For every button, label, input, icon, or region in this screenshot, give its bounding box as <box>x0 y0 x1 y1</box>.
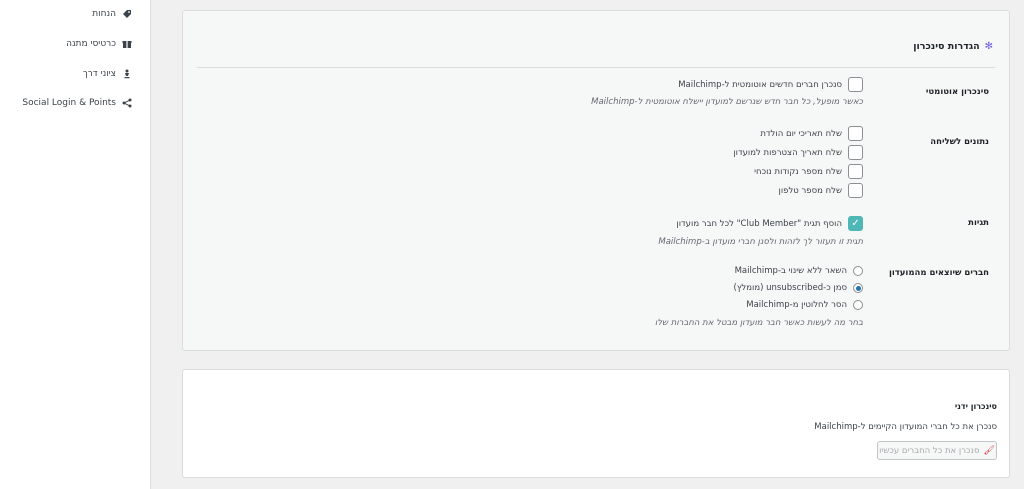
sidebar-item-gift-cards[interactable]: כרטיסי מתנה <box>66 39 132 49</box>
leaving-members-label: חברים שיוצאים מהמועדון <box>888 268 989 278</box>
send-phone-checkbox[interactable] <box>848 183 863 198</box>
auto-sync-label: סינכרון אוטומטי <box>925 87 989 97</box>
auto-sync-option[interactable]: סנכרן חברים חדשים אוטומטית ל-Mailchimp <box>678 77 863 92</box>
send-phone-option[interactable]: שלח מספר טלפון <box>779 183 863 198</box>
tag-icon <box>122 9 132 19</box>
club-member-tag-option[interactable]: ✓ הוסף תגית "Club Member" לכל חבר מועדון <box>676 216 863 231</box>
share-icon <box>122 98 132 108</box>
manual-sync-card: סינכרון ידני סנכרן את כל חברי המועדון הק… <box>182 369 1010 478</box>
sidebar-item-social-login[interactable]: Social Login & Points <box>22 98 132 108</box>
leaving-unsubscribe-radio[interactable] <box>853 283 863 293</box>
sidebar-item-label: הנחות <box>92 9 116 19</box>
sidebar-item-milestones[interactable]: ציוני דרך <box>83 69 132 79</box>
manual-sync-description: סנכרן את כל חברי המועדון הקיימים ל-Mailc… <box>814 422 997 432</box>
auto-sync-checkbox[interactable] <box>848 77 863 92</box>
send-join-date-option[interactable]: שלח תאריך הצטרפות למועדון <box>733 145 863 160</box>
divider <box>197 67 995 68</box>
auto-sync-option-label: סנכרן חברים חדשים אוטומטית ל-Mailchimp <box>678 79 842 90</box>
sidebar-item-label: Social Login & Points <box>22 98 116 108</box>
brush-icon: 🖌 <box>983 445 995 456</box>
send-points-checkbox[interactable] <box>848 164 863 179</box>
milestone-icon <box>122 69 132 79</box>
sync-all-members-button[interactable]: 🖌 סנכרן את כל החברים עכשיו <box>877 441 997 460</box>
main-content: ✻ הגדרות סינכרון סינכרון אוטומטי סנכרן ח… <box>152 0 1024 489</box>
leaving-keep-option[interactable]: השאר ללא שינוי ב-Mailchimp <box>735 266 863 276</box>
send-birthdays-checkbox[interactable] <box>848 126 863 141</box>
send-birthdays-option[interactable]: שלח תאריכי יום הולדת <box>760 126 863 141</box>
gear-icon: ✻ <box>984 41 993 52</box>
tags-label: תגיות <box>968 218 989 228</box>
send-points-option[interactable]: שלח מספר נקודות נוכחי <box>754 164 863 179</box>
send-join-date-checkbox[interactable] <box>848 145 863 160</box>
sidebar-item-label: כרטיסי מתנה <box>66 39 116 49</box>
tags-hint: תגית זו תעזור לך לזהות ולסנן חברי מועדון… <box>658 237 863 247</box>
sync-settings-card: ✻ הגדרות סינכרון סינכרון אוטומטי סנכרן ח… <box>182 10 1010 351</box>
manual-sync-title: סינכרון ידני <box>954 402 997 411</box>
leaving-remove-option[interactable]: הסר לחלוטין מ-Mailchimp <box>746 300 863 310</box>
sidebar-item-label: ציוני דרך <box>82 69 116 79</box>
admin-sidebar: הנחות כרטיסי מתנה ציוני דרך Social Login… <box>0 0 151 489</box>
auto-sync-hint: כאשר מופעל, כל חבר חדש שנרשם למועדון ייש… <box>591 97 863 107</box>
leaving-keep-radio[interactable] <box>853 266 863 276</box>
club-member-tag-checkbox[interactable]: ✓ <box>848 216 863 231</box>
gift-card-icon <box>122 39 132 49</box>
leaving-remove-radio[interactable] <box>853 300 863 310</box>
leaving-members-hint: בחר מה לעשות כאשר חבר מועדון מבטל את החב… <box>654 318 863 328</box>
sync-settings-title: ✻ הגדרות סינכרון <box>913 41 993 52</box>
sidebar-item-discounts[interactable]: הנחות <box>92 9 132 19</box>
leaving-unsubscribe-option[interactable]: סמן כ-unsubscribed (מומלץ) <box>734 283 863 293</box>
data-to-send-label: נתונים לשליחה <box>930 137 989 147</box>
